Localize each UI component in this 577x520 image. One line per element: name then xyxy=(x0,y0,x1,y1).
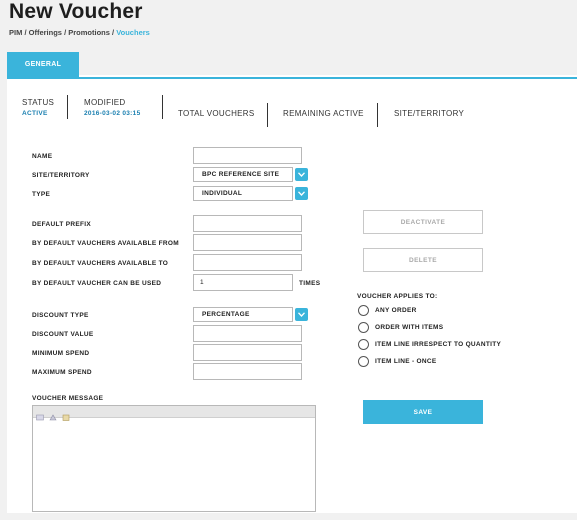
discount-type-label: DISCOUNT TYPE xyxy=(32,312,89,319)
minimum-spend-label: MINIMUM SPEND xyxy=(32,350,90,357)
voucher-message-label: VOUCHER MESSAGE xyxy=(32,395,104,402)
delete-button[interactable]: DELETE xyxy=(363,248,483,272)
radio-item-line-irrespect[interactable] xyxy=(358,339,369,350)
available-to-label: BY DEFAULT VAUCHERS AVAILABLE TO xyxy=(32,260,169,267)
breadcrumb: PIM / Offerings / Promotions / Vouchers xyxy=(9,28,150,37)
radio-label-order-with-items: ORDER WITH ITEMS xyxy=(375,324,444,331)
tab-general[interactable]: GENERAL xyxy=(7,52,79,77)
paste-icon[interactable] xyxy=(62,408,70,421)
available-from-input[interactable] xyxy=(193,234,302,251)
save-button[interactable]: SAVE xyxy=(363,400,483,424)
breadcrumb-item-offerings[interactable]: Offerings xyxy=(29,28,62,37)
breadcrumb-separator: / xyxy=(24,28,27,37)
maximum-spend-label: MAXIMUM SPEND xyxy=(32,369,92,376)
available-from-label: BY DEFAULT VAUCHERS AVAILABLE FROM xyxy=(32,240,179,247)
breadcrumb-item-vouchers: Vouchers xyxy=(116,28,150,37)
status-value: ACTIVE xyxy=(22,110,48,117)
times-label: TIMES xyxy=(299,280,321,287)
discount-type-dropdown-button[interactable] xyxy=(295,308,308,321)
radio-any-order[interactable] xyxy=(358,305,369,316)
cut-icon[interactable] xyxy=(36,408,44,421)
info-separator xyxy=(267,103,268,127)
discount-value-input[interactable] xyxy=(193,325,302,342)
chevron-down-icon xyxy=(298,191,305,196)
copy-icon[interactable] xyxy=(49,408,57,421)
site-territory-label: SITE/TERRITORY xyxy=(32,172,90,179)
modified-value: 2016-03-02 03:15 xyxy=(84,110,141,117)
tab-strip xyxy=(7,52,577,79)
type-dropdown-button[interactable] xyxy=(295,187,308,200)
remaining-active-label: REMAINING ACTIVE xyxy=(283,109,364,118)
can-be-used-input[interactable]: 1 xyxy=(193,274,293,291)
status-label: STATUS xyxy=(22,98,55,107)
applies-to-label: VOUCHER APPLIES TO: xyxy=(357,293,438,300)
editor-toolbar xyxy=(33,406,315,421)
radio-order-with-items[interactable] xyxy=(358,322,369,333)
radio-label-item-line-once: ITEM LINE - ONCE xyxy=(375,358,437,365)
chevron-down-icon xyxy=(298,312,305,317)
modified-label: MODIFIED xyxy=(84,98,126,107)
discount-value-label: DISCOUNT VALUE xyxy=(32,331,94,338)
default-prefix-input[interactable] xyxy=(193,215,302,232)
type-select[interactable]: INDIVIDUAL xyxy=(193,186,293,201)
name-input[interactable] xyxy=(193,147,302,164)
type-label: TYPE xyxy=(32,191,51,198)
maximum-spend-input[interactable] xyxy=(193,363,302,380)
site-territory-info-label: SITE/TERRITORY xyxy=(394,109,465,118)
breadcrumb-separator: / xyxy=(112,28,115,37)
breadcrumb-separator: / xyxy=(64,28,67,37)
name-label: NAME xyxy=(32,153,53,160)
breadcrumb-item-pim[interactable]: PIM xyxy=(9,28,22,37)
discount-type-select[interactable]: PERCENTAGE xyxy=(193,307,293,322)
minimum-spend-input[interactable] xyxy=(193,344,302,361)
deactivate-button[interactable]: DEACTIVATE xyxy=(363,210,483,234)
available-to-input[interactable] xyxy=(193,254,302,271)
site-territory-select[interactable]: BPC REFERENCE SITE xyxy=(193,167,293,182)
total-vouchers-label: TOTAL VOUCHERS xyxy=(178,109,255,118)
default-prefix-label: DEFAULT PREFIX xyxy=(32,221,91,228)
info-separator xyxy=(162,95,163,119)
radio-label-any-order: ANY ORDER xyxy=(375,307,417,314)
info-separator xyxy=(377,103,378,127)
chevron-down-icon xyxy=(298,172,305,177)
voucher-message-editor[interactable] xyxy=(32,405,316,512)
site-territory-dropdown-button[interactable] xyxy=(295,168,308,181)
info-separator xyxy=(67,95,68,119)
radio-item-line-once[interactable] xyxy=(358,356,369,367)
can-be-used-label: BY DEFAULT VAUCHER CAN BE USED xyxy=(32,280,162,287)
radio-label-item-line-irrespect: ITEM LINE IRRESPECT TO QUANTITY xyxy=(375,341,502,348)
breadcrumb-item-promotions[interactable]: Promotions xyxy=(68,28,110,37)
page-title: New Voucher xyxy=(9,0,143,23)
